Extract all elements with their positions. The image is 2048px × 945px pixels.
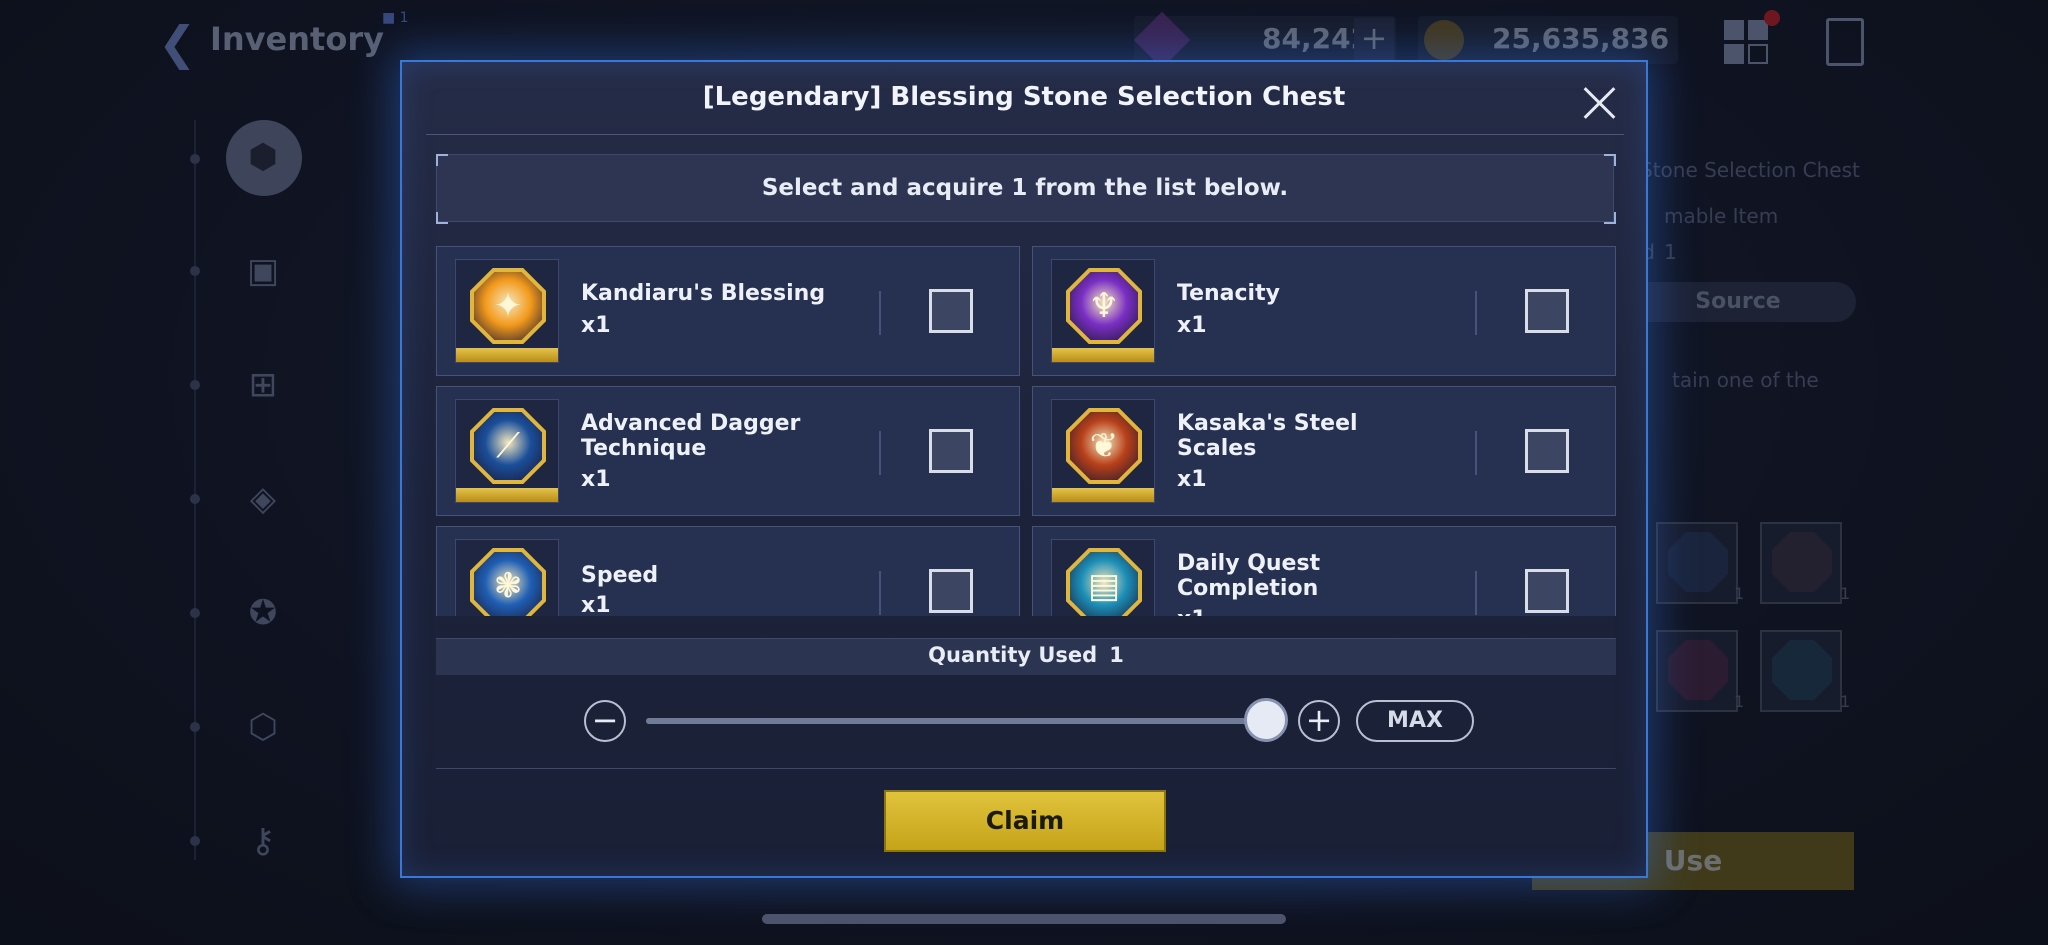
item-name: Kandiaru's Blessing — [581, 281, 826, 306]
quantity-value: 1 — [1109, 643, 1124, 667]
select-checkbox[interactable] — [1525, 429, 1569, 473]
tenacity-figure-icon: ♆ — [1051, 259, 1155, 363]
speed-boot-icon: ❃ — [455, 539, 559, 616]
home-indicator[interactable] — [762, 914, 1286, 924]
increase-quantity-button[interactable]: + — [1298, 700, 1340, 742]
item-quantity: x1 — [581, 593, 611, 616]
item-quantity: x1 — [1177, 313, 1207, 338]
title-divider — [426, 134, 1624, 135]
corner-mark — [1604, 154, 1616, 166]
bottom-divider — [436, 768, 1616, 769]
list-item[interactable]: ❃ Speed x1 — [436, 526, 1020, 616]
corner-mark — [1604, 212, 1616, 224]
select-checkbox[interactable] — [929, 289, 973, 333]
item-divider — [1475, 571, 1477, 615]
item-divider — [1475, 431, 1477, 475]
item-name: Speed — [581, 563, 659, 588]
close-icon[interactable] — [1578, 82, 1622, 126]
corner-mark — [436, 154, 448, 166]
item-name: Kasaka's Steel Scales — [1177, 411, 1358, 461]
item-quantity: x1 — [581, 313, 611, 338]
quantity-slider[interactable] — [646, 718, 1266, 724]
quest-scroll-icon: ▤ — [1051, 539, 1155, 616]
instruction-banner: Select and acquire 1 from the list below… — [436, 154, 1614, 222]
selection-chest-dialog: [Legendary] Blessing Stone Selection Che… — [400, 60, 1648, 878]
item-divider — [1475, 291, 1477, 335]
reward-list[interactable]: ✦ Kandiaru's Blessing x1 ♆ Tenacity x1 ⟋… — [436, 246, 1616, 616]
quantity-row: Quantity Used 1 — [436, 638, 1616, 675]
item-quantity: x1 — [1177, 607, 1207, 616]
item-name: Tenacity — [1177, 281, 1280, 306]
claim-button[interactable]: Claim — [884, 790, 1166, 852]
select-checkbox[interactable] — [929, 569, 973, 613]
corner-mark — [436, 212, 448, 224]
item-quantity: x1 — [581, 467, 611, 492]
item-divider — [879, 291, 881, 335]
list-item[interactable]: ❦ Kasaka's Steel Scales x1 — [1032, 386, 1616, 516]
item-divider — [879, 571, 881, 615]
slider-fill — [646, 718, 1266, 724]
select-checkbox[interactable] — [1525, 569, 1569, 613]
list-item[interactable]: ✦ Kandiaru's Blessing x1 — [436, 246, 1020, 376]
item-quantity: x1 — [1177, 467, 1207, 492]
slider-handle[interactable] — [1244, 698, 1288, 742]
quantity-label: Quantity Used — [928, 643, 1098, 667]
list-item[interactable]: ⟋ Advanced Dagger Technique x1 — [436, 386, 1020, 516]
item-name: Daily Quest Completion — [1177, 551, 1321, 601]
dagger-slash-icon: ⟋ — [455, 399, 559, 503]
max-button[interactable]: MAX — [1356, 700, 1474, 742]
decrease-quantity-button[interactable]: − — [584, 700, 626, 742]
steel-scales-icon: ❦ — [1051, 399, 1155, 503]
dialog-title: [Legendary] Blessing Stone Selection Che… — [702, 82, 1346, 112]
select-checkbox[interactable] — [1525, 289, 1569, 333]
item-divider — [879, 431, 881, 475]
list-item[interactable]: ▤ Daily Quest Completion x1 — [1032, 526, 1616, 616]
list-item[interactable]: ♆ Tenacity x1 — [1032, 246, 1616, 376]
item-name: Advanced Dagger Technique — [581, 411, 801, 461]
select-checkbox[interactable] — [929, 429, 973, 473]
blessing-star-icon: ✦ — [455, 259, 559, 363]
